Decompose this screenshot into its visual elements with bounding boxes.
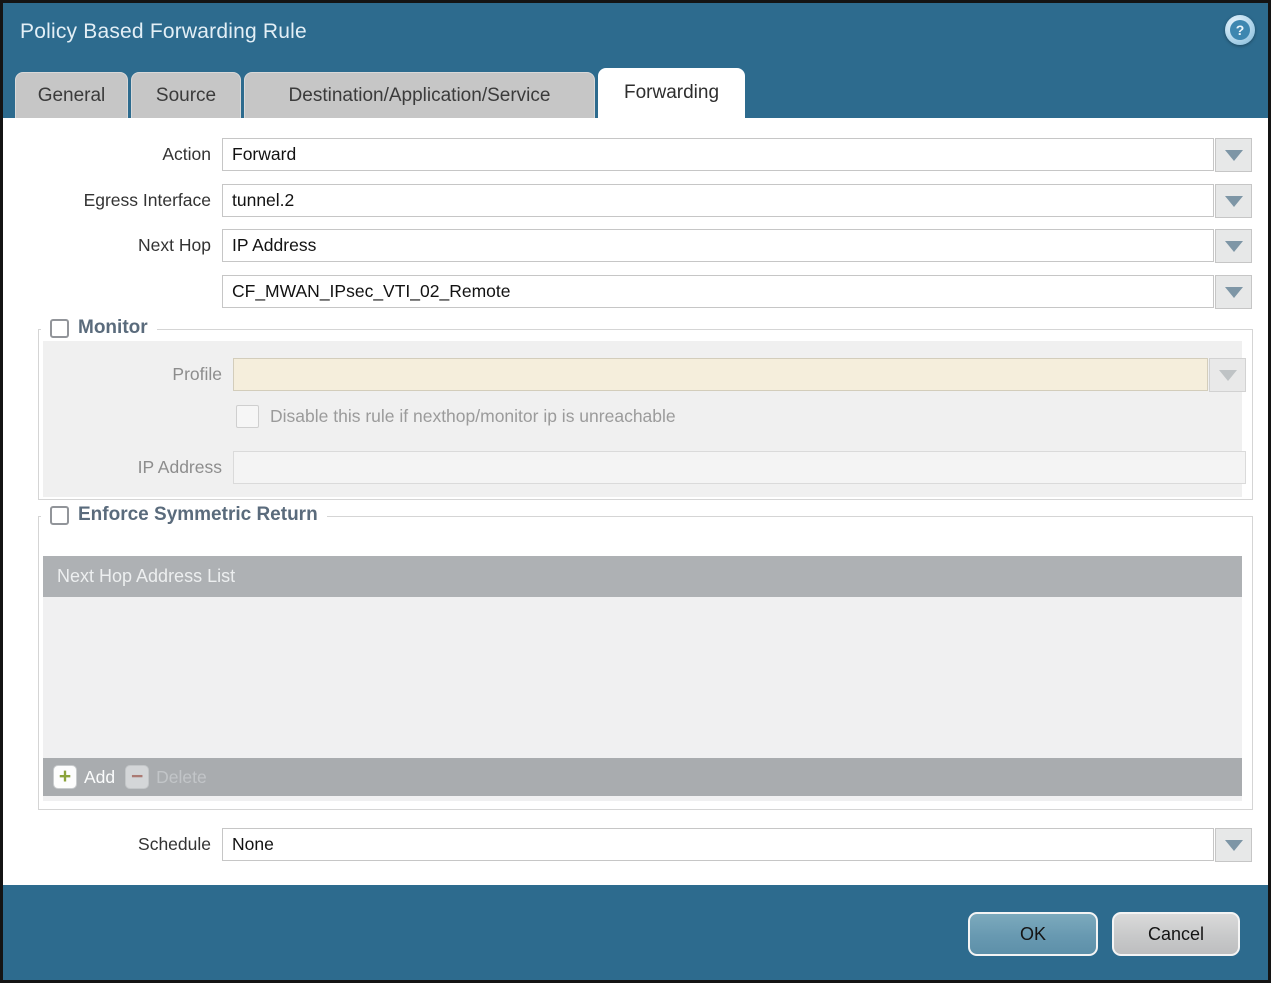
monitor-checkbox[interactable] <box>50 319 69 338</box>
chevron-down-icon <box>1219 370 1237 381</box>
next-hop-address-list-header: Next Hop Address List <box>43 556 1242 597</box>
add-button[interactable]: + Add <box>53 765 115 789</box>
next-hop-address-list-body[interactable] <box>43 597 1242 758</box>
next-hop-address-list-table: Next Hop Address List + Add − Delete <box>43 556 1242 801</box>
disable-rule-checkbox <box>236 405 259 428</box>
tab-general[interactable]: General <box>15 72 128 118</box>
schedule-select[interactable]: None <box>222 828 1214 861</box>
tab-destination-application-service[interactable]: Destination/Application/Service <box>244 72 595 118</box>
delete-button: − Delete <box>125 765 207 789</box>
next-hop-type-select[interactable]: IP Address <box>222 229 1214 262</box>
ok-button[interactable]: OK <box>968 912 1098 956</box>
monitor-legend-label: Monitor <box>78 317 148 339</box>
tab-source-label: Source <box>156 85 216 107</box>
tab-forwarding-label: Forwarding <box>624 82 719 104</box>
profile-label: Profile <box>43 358 222 391</box>
chevron-down-icon <box>1225 150 1243 161</box>
tab-dest-label: Destination/Application/Service <box>289 85 551 107</box>
policy-based-forwarding-rule-dialog: Policy Based Forwarding Rule ? General S… <box>0 0 1271 983</box>
help-icon-glyph: ? <box>1230 20 1250 40</box>
next-hop-type-dropdown-button[interactable] <box>1215 229 1252 263</box>
enforce-symmetric-return-checkbox[interactable] <box>50 506 69 525</box>
cancel-button[interactable]: Cancel <box>1112 912 1240 956</box>
next-hop-address-list-toolbar: + Add − Delete <box>43 758 1242 796</box>
schedule-dropdown-button[interactable] <box>1215 828 1252 862</box>
next-hop-address-dropdown-button[interactable] <box>1215 275 1252 309</box>
monitor-ip-address-input <box>233 451 1246 484</box>
enforce-symmetric-return-group: Enforce Symmetric Return Next Hop Addres… <box>38 516 1253 810</box>
minus-icon: − <box>125 765 149 789</box>
help-icon[interactable]: ? <box>1225 15 1255 45</box>
enforce-legend: Enforce Symmetric Return <box>41 504 327 526</box>
next-hop-label: Next Hop <box>3 229 211 262</box>
egress-interface-dropdown-button[interactable] <box>1215 184 1252 218</box>
schedule-label: Schedule <box>3 828 211 861</box>
next-hop-address-list-header-label: Next Hop Address List <box>57 566 235 587</box>
monitor-legend: Monitor <box>41 317 157 339</box>
forwarding-tab-panel: Action Forward Egress Interface tunnel.2… <box>3 118 1268 885</box>
egress-interface-label: Egress Interface <box>3 184 211 217</box>
monitor-ip-address-label: IP Address <box>43 451 222 484</box>
action-select[interactable]: Forward <box>222 138 1214 171</box>
tab-forwarding[interactable]: Forwarding <box>598 68 745 118</box>
profile-select <box>233 358 1208 391</box>
plus-icon: + <box>53 765 77 789</box>
next-hop-address-select[interactable]: CF_MWAN_IPsec_VTI_02_Remote <box>222 275 1214 308</box>
dialog-title: Policy Based Forwarding Rule <box>20 20 307 44</box>
action-dropdown-button[interactable] <box>1215 138 1252 172</box>
action-label: Action <box>3 138 211 171</box>
tab-source[interactable]: Source <box>131 72 241 118</box>
monitor-group: Monitor Profile Disable this rule if nex… <box>38 329 1253 500</box>
profile-dropdown-button <box>1209 358 1246 392</box>
disable-rule-label: Disable this rule if nexthop/monitor ip … <box>270 406 676 427</box>
enforce-legend-label: Enforce Symmetric Return <box>78 504 318 526</box>
chevron-down-icon <box>1225 196 1243 207</box>
chevron-down-icon <box>1225 287 1243 298</box>
chevron-down-icon <box>1225 840 1243 851</box>
egress-interface-select[interactable]: tunnel.2 <box>222 184 1214 217</box>
tab-general-label: General <box>38 85 106 107</box>
delete-button-label: Delete <box>156 767 207 788</box>
chevron-down-icon <box>1225 241 1243 252</box>
add-button-label: Add <box>84 767 115 788</box>
monitor-panel: Profile Disable this rule if nexthop/mon… <box>43 341 1242 497</box>
